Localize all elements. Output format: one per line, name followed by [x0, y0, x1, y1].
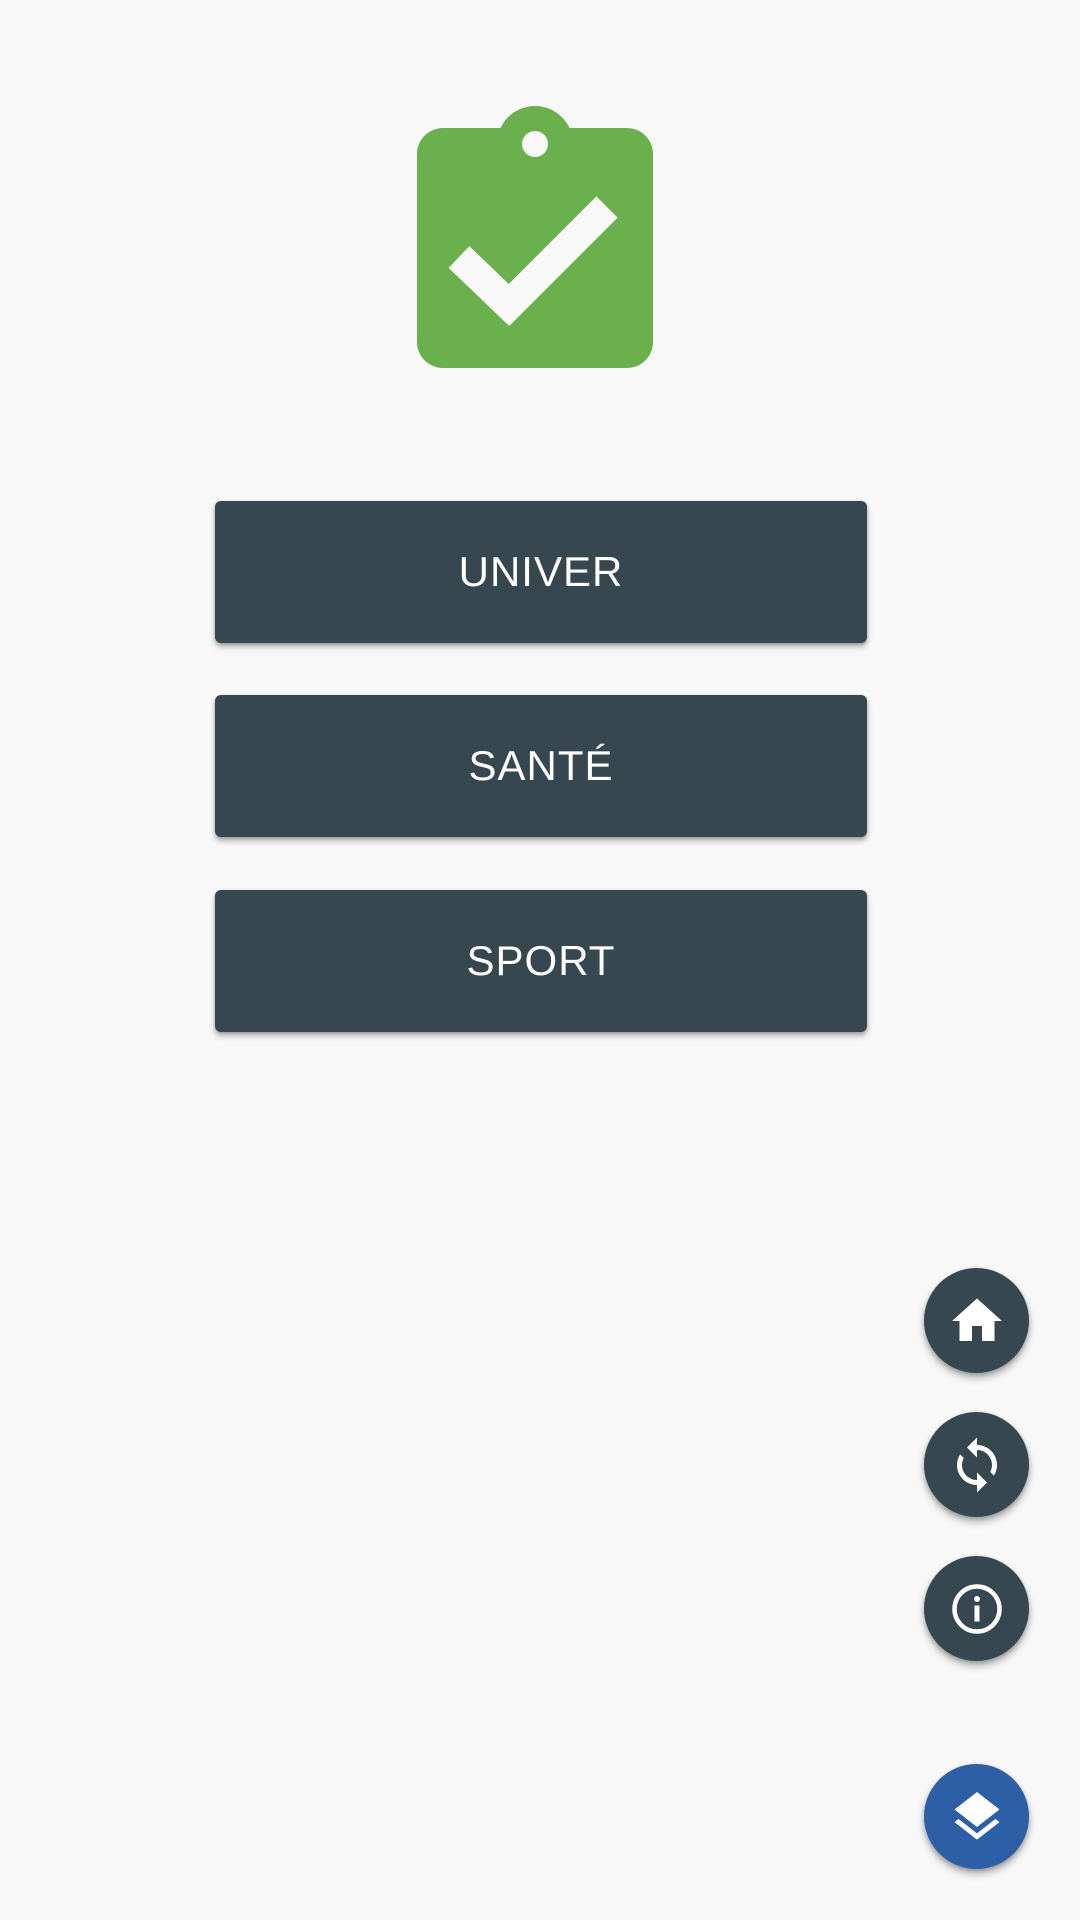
home-icon [951, 1298, 1002, 1341]
layers-icon [954, 1791, 999, 1840]
info-button[interactable] [924, 1556, 1029, 1661]
refresh-icon [956, 1437, 997, 1492]
univer-button[interactable]: UNIVER [215, 501, 867, 643]
layers-button[interactable] [924, 1764, 1029, 1869]
refresh-button[interactable] [924, 1412, 1029, 1517]
sante-button-label: SANTÉ [468, 742, 614, 789]
sport-button-label: SPORT [466, 937, 616, 984]
sport-button[interactable]: SPORT [215, 890, 867, 1032]
clipboard-check-icon [415, 102, 655, 370]
sante-button[interactable]: SANTÉ [215, 695, 867, 837]
info-icon [951, 1583, 1002, 1634]
univer-button-label: UNIVER [458, 548, 624, 595]
home-button[interactable] [924, 1268, 1029, 1373]
